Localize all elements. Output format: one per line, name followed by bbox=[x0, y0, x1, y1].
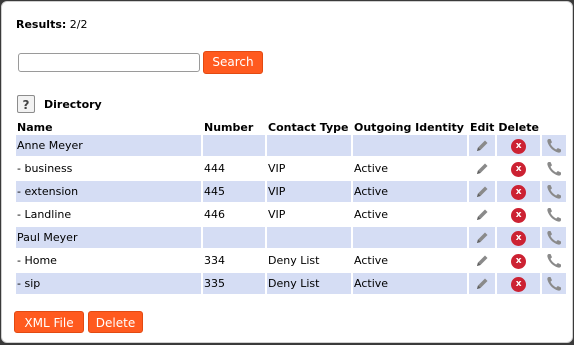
delete-x-glyph: x bbox=[511, 184, 527, 200]
cell-number: 444 bbox=[203, 158, 265, 181]
pencil-icon[interactable] bbox=[469, 158, 496, 181]
col-header-outgoing-identity: Outgoing Identity bbox=[354, 121, 464, 134]
table-row: - Home 334 Deny List Active x bbox=[16, 250, 566, 273]
phone-icon[interactable] bbox=[541, 273, 566, 296]
cell-number bbox=[203, 135, 265, 158]
table-row: - business 444 VIP Active x bbox=[16, 158, 566, 181]
cell-outgoing-identity: Active bbox=[353, 273, 467, 296]
delete-x-icon[interactable]: x bbox=[497, 204, 540, 227]
phone-icon[interactable] bbox=[541, 227, 566, 250]
cell-name: - Landline bbox=[16, 204, 201, 227]
cell-outgoing-identity bbox=[353, 227, 467, 250]
cell-name: - Home bbox=[16, 250, 201, 273]
delete-x-glyph: x bbox=[511, 207, 527, 223]
directory-table: Name Number Contact Type Outgoing Identi… bbox=[14, 120, 568, 296]
col-header-edit: Edit bbox=[470, 121, 495, 134]
cell-name: - extension bbox=[16, 181, 201, 204]
directory-panel: Results: 2/2 Search ? Directory Name Num… bbox=[1, 1, 573, 343]
phone-icon[interactable] bbox=[541, 250, 566, 273]
phone-icon[interactable] bbox=[541, 181, 566, 204]
delete-x-icon[interactable]: x bbox=[497, 273, 540, 296]
pencil-icon[interactable] bbox=[469, 181, 496, 204]
table-row: Paul Meyer x bbox=[16, 227, 566, 250]
cell-contact-type bbox=[267, 227, 351, 250]
cell-outgoing-identity bbox=[353, 135, 467, 158]
delete-x-glyph: x bbox=[511, 230, 527, 246]
table-row: - extension 445 VIP Active x bbox=[16, 181, 566, 204]
cell-contact-type: Deny List bbox=[267, 273, 351, 296]
cell-contact-type: Deny List bbox=[267, 250, 351, 273]
table-header-row: Name Number Contact Type Outgoing Identi… bbox=[16, 120, 566, 135]
col-header-name: Name bbox=[17, 121, 53, 134]
table-row: Anne Meyer x bbox=[16, 135, 566, 158]
delete-x-glyph: x bbox=[511, 161, 527, 177]
cell-outgoing-identity: Active bbox=[353, 204, 467, 227]
help-icon[interactable]: ? bbox=[17, 95, 35, 113]
delete-x-icon[interactable]: x bbox=[497, 158, 540, 181]
cell-contact-type bbox=[267, 135, 351, 158]
phone-icon[interactable] bbox=[541, 204, 566, 227]
cell-contact-type: VIP bbox=[267, 181, 351, 204]
search-input[interactable] bbox=[18, 53, 200, 72]
table-row: - Landline 446 VIP Active x bbox=[16, 204, 566, 227]
col-header-contact-type: Contact Type bbox=[268, 121, 349, 134]
delete-x-icon[interactable]: x bbox=[497, 135, 540, 158]
delete-x-glyph: x bbox=[511, 138, 527, 154]
cell-name: Paul Meyer bbox=[16, 227, 201, 250]
table-row: - sip 335 Deny List Active x bbox=[16, 273, 566, 296]
col-header-number: Number bbox=[204, 121, 254, 134]
cell-number: 335 bbox=[203, 273, 265, 296]
cell-number: 334 bbox=[203, 250, 265, 273]
delete-x-icon[interactable]: x bbox=[497, 181, 540, 204]
delete-x-glyph: x bbox=[511, 253, 527, 269]
pencil-icon[interactable] bbox=[469, 135, 496, 158]
cell-number: 446 bbox=[203, 204, 265, 227]
delete-x-icon[interactable]: x bbox=[497, 250, 540, 273]
pencil-icon[interactable] bbox=[469, 204, 496, 227]
cell-outgoing-identity: Active bbox=[353, 250, 467, 273]
cell-name: Anne Meyer bbox=[16, 135, 201, 158]
pencil-icon[interactable] bbox=[469, 250, 496, 273]
cell-name: - sip bbox=[16, 273, 201, 296]
cell-outgoing-identity: Active bbox=[353, 158, 467, 181]
pencil-icon[interactable] bbox=[469, 227, 496, 250]
cell-number bbox=[203, 227, 265, 250]
results-count: 2/2 bbox=[69, 18, 88, 31]
cell-contact-type: VIP bbox=[267, 158, 351, 181]
xml-file-button[interactable]: XML File bbox=[14, 311, 84, 333]
cell-outgoing-identity: Active bbox=[353, 181, 467, 204]
pencil-icon[interactable] bbox=[469, 273, 496, 296]
delete-x-glyph: x bbox=[511, 276, 527, 292]
phone-icon[interactable] bbox=[541, 135, 566, 158]
phone-icon[interactable] bbox=[541, 158, 566, 181]
cell-name: - business bbox=[16, 158, 201, 181]
directory-title: Directory bbox=[44, 98, 102, 111]
results-summary: Results: 2/2 bbox=[16, 18, 88, 31]
col-header-delete: Delete bbox=[498, 121, 539, 134]
results-label: Results: bbox=[16, 18, 67, 31]
delete-button[interactable]: Delete bbox=[88, 311, 143, 333]
col-header-call bbox=[542, 120, 566, 135]
search-button[interactable]: Search bbox=[203, 51, 263, 74]
cell-number: 445 bbox=[203, 181, 265, 204]
cell-contact-type: VIP bbox=[267, 204, 351, 227]
delete-x-icon[interactable]: x bbox=[497, 227, 540, 250]
